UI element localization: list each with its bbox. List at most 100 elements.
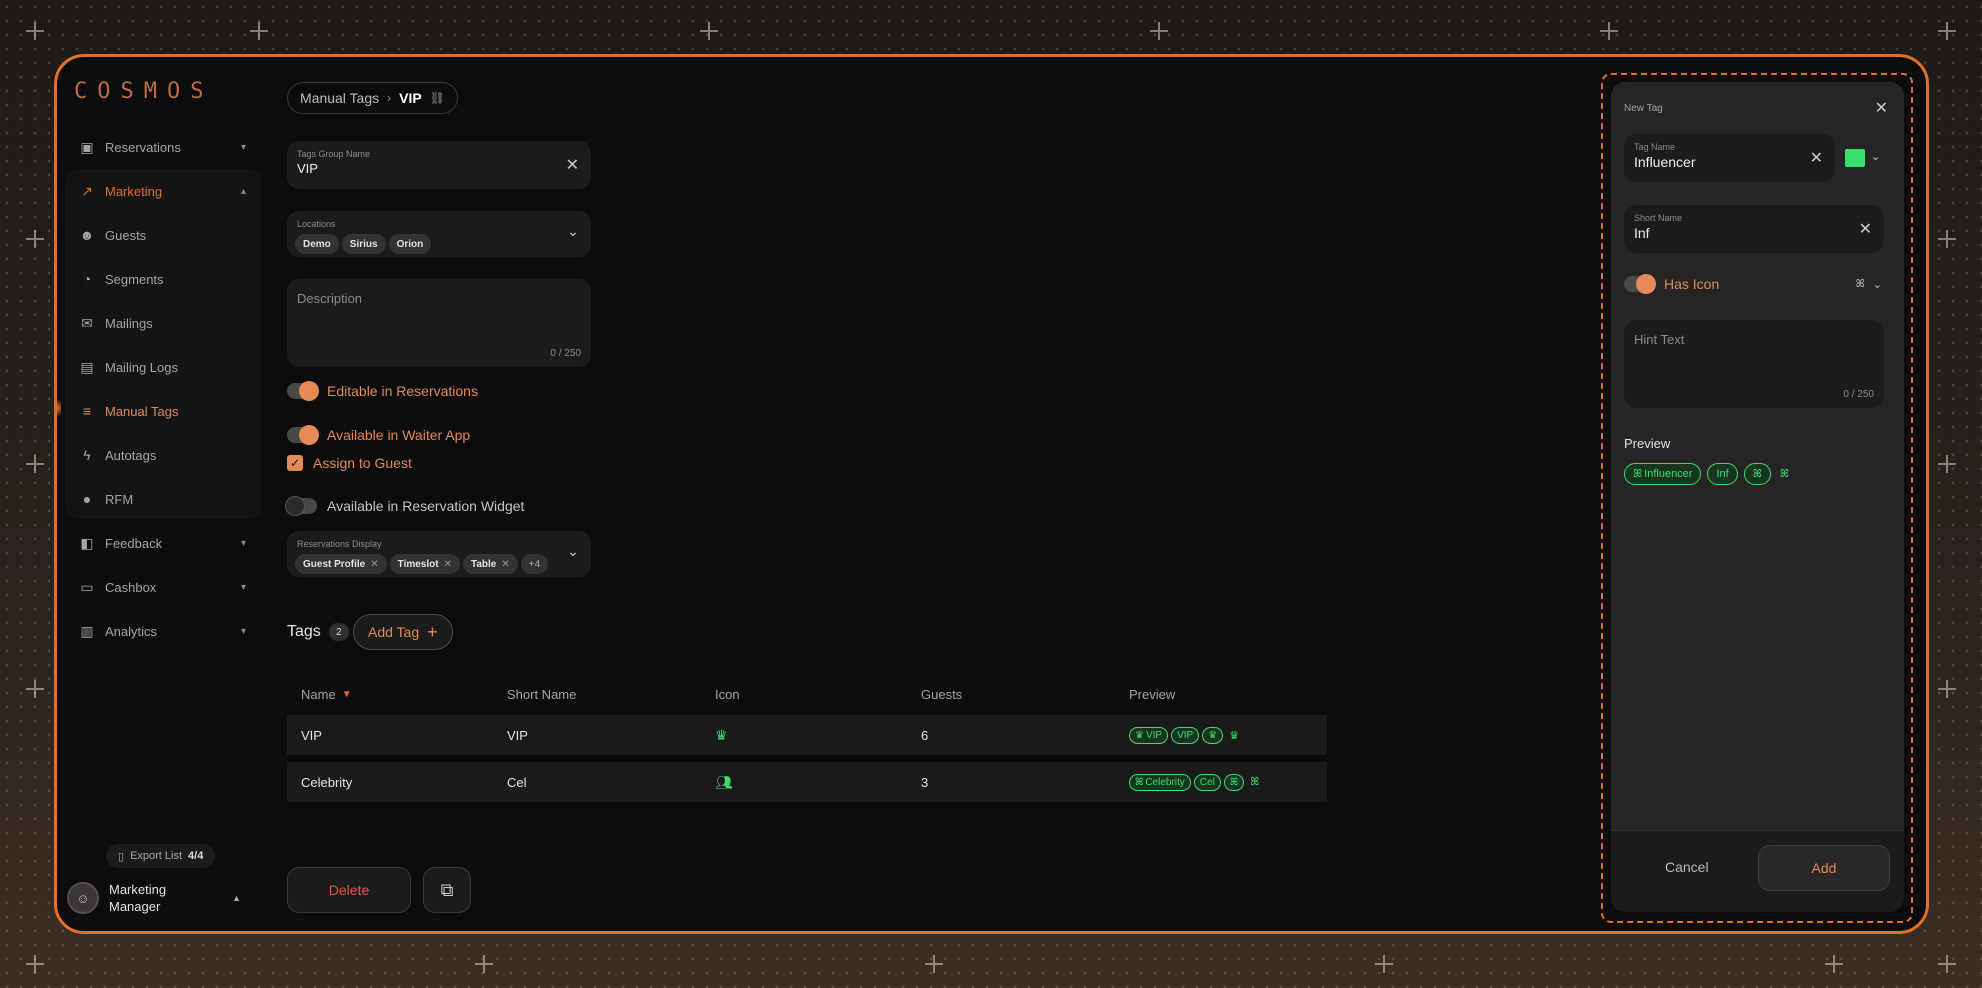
sidebar-item-autotags[interactable]: ϟ Autotags (65, 435, 260, 475)
toggle-switch[interactable] (287, 425, 319, 445)
sidebar-item-mailing-logs[interactable]: ▤ Mailing Logs (65, 347, 260, 387)
cell-name: Celebrity (301, 774, 353, 790)
bg-plus-mark (26, 22, 44, 40)
tags-icon: ≡ (82, 403, 92, 419)
short-name-field[interactable]: Short Name Inf ✕ (1624, 205, 1884, 253)
sidebar-item-analytics[interactable]: ▥ Analytics ▾ (65, 611, 260, 651)
waiter-app-toggle[interactable]: Available in Waiter App (287, 425, 470, 445)
chevron-down-icon: ▾ (240, 537, 246, 549)
sidebar-item-marketing[interactable]: ↗ Marketing ▴ (65, 171, 260, 211)
clear-icon[interactable]: ✕ (566, 155, 579, 175)
sidebar-item-label: RFM (105, 491, 134, 507)
location-chip: Orion (388, 234, 432, 254)
sidebar-item-rfm[interactable]: ● RFM (65, 479, 260, 519)
remove-icon[interactable]: ✕ (370, 559, 378, 570)
sidebar-item-reservations[interactable]: ▣ Reservations ▾ (65, 127, 260, 167)
breadcrumb: Manual Tags › VIP ⛓ (287, 82, 458, 114)
preview-tag-full: ꕤ Celebrity (1129, 773, 1191, 791)
tag-name-field[interactable]: Tag Name Influencer ✕ (1624, 134, 1835, 182)
sidebar-item-label: Feedback (105, 535, 163, 551)
cell-preview: ♛ VIP VIP ♛ ♛ (1129, 715, 1239, 755)
user-name-line1: Marketing (109, 882, 167, 897)
sidebar-item-segments[interactable]: ◔ Segments (65, 259, 260, 299)
sidebar-item-guests[interactable]: ☻ Guests (65, 215, 260, 255)
user-name: Marketing Manager (109, 881, 166, 915)
bg-plus-mark (26, 680, 44, 698)
selection-indicator (57, 396, 61, 420)
display-chip[interactable]: Timeslot ✕ (389, 554, 460, 574)
sort-desc-icon[interactable]: ▼ (342, 689, 352, 700)
color-picker[interactable] (1845, 149, 1865, 167)
icon-select[interactable]: ꕤ ⌄ (1856, 278, 1882, 291)
close-icon[interactable]: ✕ (1875, 98, 1888, 118)
field-label: Locations (297, 219, 336, 229)
sidebar-item-label: Segments (105, 271, 164, 287)
remove-icon[interactable]: ✕ (444, 559, 452, 570)
locations-select[interactable]: Locations Demo Sirius Orion ⌄ (287, 211, 591, 257)
location-chip: Demo (295, 234, 339, 254)
description-field[interactable]: Description 0 / 250 (287, 279, 591, 367)
sidebar-item-feedback[interactable]: ◧ Feedback ▾ (65, 523, 260, 563)
display-chip[interactable]: Table ✕ (462, 554, 518, 574)
checkbox-label: Assign to Guest (313, 455, 412, 471)
export-list-button[interactable]: ▯ Export List 4/4 (106, 844, 216, 868)
group-icon: 👥︎ (715, 773, 733, 790)
trend-icon: ↗ (81, 182, 93, 199)
preview-label: Preview (1624, 436, 1671, 451)
hint-text-field[interactable]: Hint Text 0 / 250 (1624, 320, 1884, 408)
display-chip[interactable]: Guest Profile ✕ (295, 554, 387, 574)
bg-plus-mark (1150, 22, 1168, 40)
cell-name: VIP (301, 727, 322, 743)
chevron-down-icon: ⌄ (1872, 279, 1882, 291)
reservations-display-select[interactable]: Reservations Display Guest Profile ✕ Time… (287, 531, 591, 577)
chevron-down-icon[interactable]: ⌄ (567, 223, 579, 240)
delete-button[interactable]: Delete (287, 867, 411, 913)
clear-icon[interactable]: ✕ (1810, 148, 1823, 168)
chevron-down-icon[interactable]: ⌄ (567, 543, 579, 560)
bg-plus-mark (250, 22, 268, 40)
sidebar-item-manual-tags[interactable]: ≡ Manual Tags (65, 391, 260, 431)
toggle-switch[interactable] (287, 381, 319, 401)
column-header-name[interactable]: Name ▼ (301, 682, 352, 706)
field-value: VIP (297, 161, 318, 176)
bg-plus-mark (475, 955, 493, 973)
table-row[interactable]: VIP VIP ♛ 6 ♛ VIP VIP ♛ ♛ (287, 715, 1327, 755)
tags-title: Tags (287, 623, 321, 640)
editable-toggle[interactable]: Editable in Reservations (287, 381, 478, 401)
table-row[interactable]: Celebrity Cel 👥︎ 3 ꕤ Celebrity Cel ꕤ ꕤ (287, 762, 1327, 802)
sidebar-item-label: Reservations (105, 139, 181, 155)
toggle-switch[interactable] (1624, 274, 1656, 294)
chevron-down-icon[interactable]: ⌄ (1871, 150, 1880, 163)
add-tag-button[interactable]: Add Tag + (353, 614, 453, 650)
group-icon: ꕤ (1779, 467, 1790, 480)
preview-tag-icon: ꕤ (1223, 773, 1245, 791)
breadcrumb-parent[interactable]: Manual Tags (300, 90, 379, 106)
assign-to-guest-checkbox[interactable]: ✓ Assign to Guest (287, 455, 412, 471)
link-icon[interactable]: ⛓ (430, 91, 445, 105)
bg-plus-mark (26, 455, 44, 473)
sidebar-item-cashbox[interactable]: ▭ Cashbox ▾ (65, 567, 260, 607)
chat-icon: ▤ (80, 358, 94, 375)
add-button[interactable]: Add (1758, 845, 1890, 891)
has-icon-toggle[interactable]: Has Icon (1624, 274, 1719, 294)
cashbox-icon: ▭ (80, 578, 94, 595)
chevron-up-icon: ▴ (240, 185, 246, 197)
user-menu[interactable]: ☺ Marketing Manager ▴ (67, 874, 257, 922)
sidebar-item-label: Marketing (105, 183, 163, 199)
widget-toggle[interactable]: Available in Reservation Widget (285, 496, 524, 516)
bg-plus-mark (925, 955, 943, 973)
checkbox[interactable]: ✓ (287, 455, 303, 471)
more-chip[interactable]: +4 (520, 554, 549, 574)
cancel-button[interactable]: Cancel (1665, 859, 1709, 875)
remove-icon[interactable]: ✕ (501, 559, 509, 570)
sidebar-item-mailings[interactable]: ✉ Mailings (65, 303, 260, 343)
tags-heading: Tags 2 (287, 623, 349, 641)
column-header-preview: Preview (1129, 686, 1176, 702)
group-name-field[interactable]: Tags Group Name VIP ✕ (287, 141, 591, 189)
clear-icon[interactable]: ✕ (1859, 219, 1872, 239)
field-value: Inf (1634, 225, 1650, 241)
duplicate-button[interactable]: ⧉ (423, 867, 471, 913)
toggle-switch[interactable] (285, 496, 317, 516)
char-counter: 0 / 250 (1843, 389, 1874, 400)
cell-preview: ꕤ Celebrity Cel ꕤ ꕤ (1129, 762, 1259, 802)
